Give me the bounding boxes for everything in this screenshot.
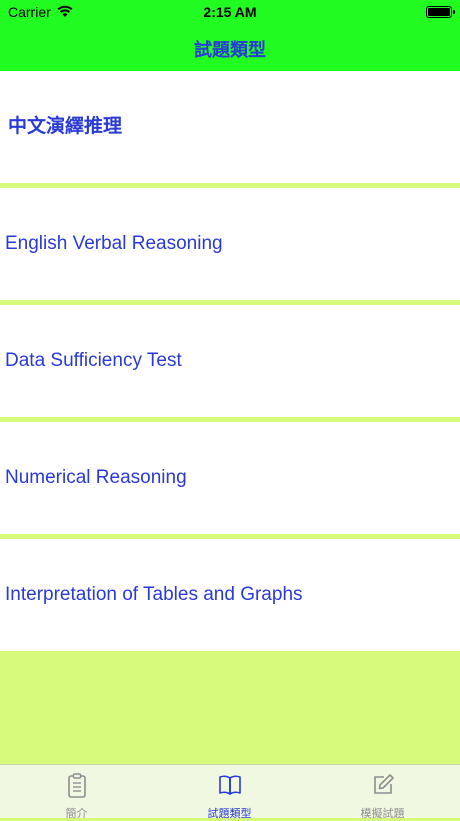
navigation-bar: Carrier 2:15 AM 試題類型 [0,0,460,71]
battery-icon [426,6,455,18]
compose-icon [373,774,394,794]
book-icon [218,775,241,795]
list-item-label: Numerical Reasoning [5,467,187,488]
tab-question-types[interactable]: 試題類型 [153,765,306,820]
tab-label: 模擬試題 [360,808,405,820]
page-title: 試題類型 [194,40,266,60]
list-item-chinese-deductive-reasoning[interactable]: 中文演繹推理 [0,71,460,183]
tab-bar: 簡介 試題類型 模擬試題 [0,764,460,820]
status-bar: Carrier 2:15 AM [0,0,460,24]
list-item-label: Interpretation of Tables and Graphs [5,584,303,605]
list-item-label: Data Sufficiency Test [5,350,182,371]
list-item-data-sufficiency-test[interactable]: Data Sufficiency Test [0,305,460,417]
clock-time: 2:15 AM [203,4,257,20]
list-item-english-verbal-reasoning[interactable]: English Verbal Reasoning [0,188,460,300]
tab-label: 簡介 [65,808,88,820]
list-item-label: English Verbal Reasoning [5,233,223,254]
list-item-numerical-reasoning[interactable]: Numerical Reasoning [0,422,460,534]
clipboard-icon [67,773,86,798]
list-item-label: 中文演繹推理 [8,116,123,137]
tab-mock-exam[interactable]: 模擬試題 [306,765,459,820]
list-item-tables-and-graphs[interactable]: Interpretation of Tables and Graphs [0,539,460,651]
tab-label: 試題類型 [207,808,252,820]
tab-introduction[interactable]: 簡介 [0,765,153,820]
